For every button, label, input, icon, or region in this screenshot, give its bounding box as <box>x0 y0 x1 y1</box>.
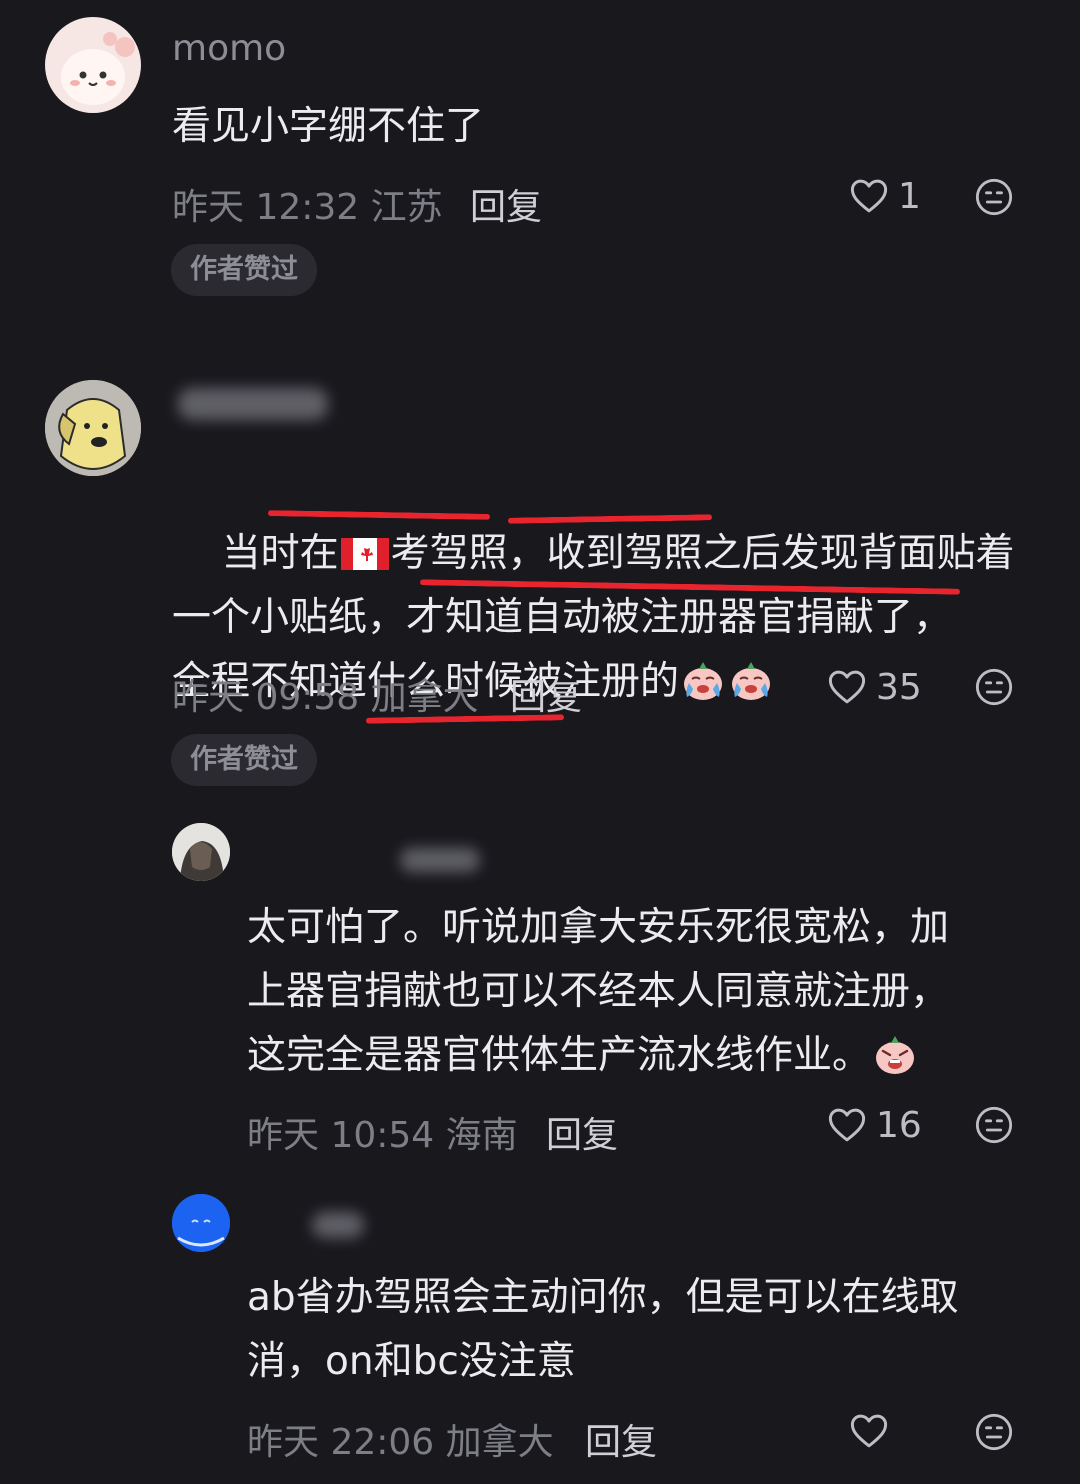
comment-text: ab省办驾照会主动问你，但是可以在线取 消，on和bc没注意 <box>247 1275 959 1384</box>
like-button[interactable]: 16 <box>826 1104 922 1146</box>
username[interactable]: momo <box>172 28 286 69</box>
reply-button[interactable]: 回复 <box>585 1413 657 1465</box>
comment-time: 昨天 10:54 <box>247 1115 435 1156</box>
like-count: 16 <box>876 1104 922 1146</box>
comment-location: 江苏 <box>370 187 443 228</box>
comment-location: 加拿大 <box>445 1422 554 1463</box>
like-button[interactable]: 35 <box>826 666 922 708</box>
comment-meta: 昨天 10:54 海南 <box>247 1106 518 1158</box>
comment-text: 看见小字绷不住了 <box>172 104 485 149</box>
crying-emoji-icon <box>679 656 727 704</box>
author-liked-badge: 作者赞过 <box>171 734 317 786</box>
emoji-reaction-icon[interactable] <box>974 1105 1014 1145</box>
emoji-reaction-icon[interactable] <box>974 667 1014 707</box>
user-avatar-cartoon-icon <box>61 32 135 105</box>
comment-time: 昨天 22:06 <box>247 1422 435 1463</box>
heart-icon <box>848 1410 890 1452</box>
dog-avatar-icon <box>45 380 141 476</box>
blue-character-avatar-icon <box>172 1194 230 1252</box>
avatar[interactable] <box>172 823 230 881</box>
comment-meta: 昨天 09:58 加拿大 <box>172 668 479 720</box>
comment-text: 当时在 考驾照，收到驾照之后发现背面贴着 一个小贴纸，才知道自动被注册器官捐献了，… <box>172 458 1015 778</box>
reply-button[interactable]: 回复 <box>510 668 582 720</box>
like-count: 35 <box>876 666 922 708</box>
like-button[interactable] <box>848 1410 898 1452</box>
heart-icon <box>826 1104 868 1146</box>
comment-location: 海南 <box>445 1115 518 1156</box>
canada-flag-icon <box>341 538 389 570</box>
crying-emoji-icon <box>727 656 775 704</box>
username-blurred[interactable] <box>178 388 328 420</box>
username-blurred[interactable] <box>400 848 480 872</box>
comment-time: 昨天 12:32 <box>172 187 360 228</box>
comment-text-prefix: 当时在 <box>221 531 339 576</box>
comment-text-body: 太可怕了。听说加拿大安乐死很宽松，加 上器官捐献也可以不经本人同意就注册， 这完… <box>247 905 950 1078</box>
user-avatar-photo-icon <box>172 823 230 881</box>
username-blurred[interactable] <box>312 1212 364 1238</box>
scared-emoji-icon <box>871 1030 919 1078</box>
like-button[interactable]: 1 <box>848 175 921 217</box>
avatar[interactable] <box>172 1194 230 1252</box>
emoji-reaction-icon[interactable] <box>974 1412 1014 1452</box>
reply-button[interactable]: 回复 <box>470 178 542 230</box>
heart-icon <box>848 175 890 217</box>
comment-location: 加拿大 <box>370 677 479 718</box>
reply-button[interactable]: 回复 <box>546 1106 618 1158</box>
heart-icon <box>826 666 868 708</box>
comment-meta: 昨天 12:32 江苏 <box>172 178 443 230</box>
author-liked-badge: 作者赞过 <box>171 244 317 296</box>
comment-meta: 昨天 22:06 加拿大 <box>247 1413 554 1465</box>
avatar[interactable] <box>45 380 141 476</box>
comment-time: 昨天 09:58 <box>172 677 360 718</box>
emoji-reaction-icon[interactable] <box>974 177 1014 217</box>
comment-text: 太可怕了。听说加拿大安乐死很宽松，加 上器官捐献也可以不经本人同意就注册， 这完… <box>247 896 949 1088</box>
like-count: 1 <box>898 175 921 217</box>
avatar[interactable] <box>45 17 141 113</box>
